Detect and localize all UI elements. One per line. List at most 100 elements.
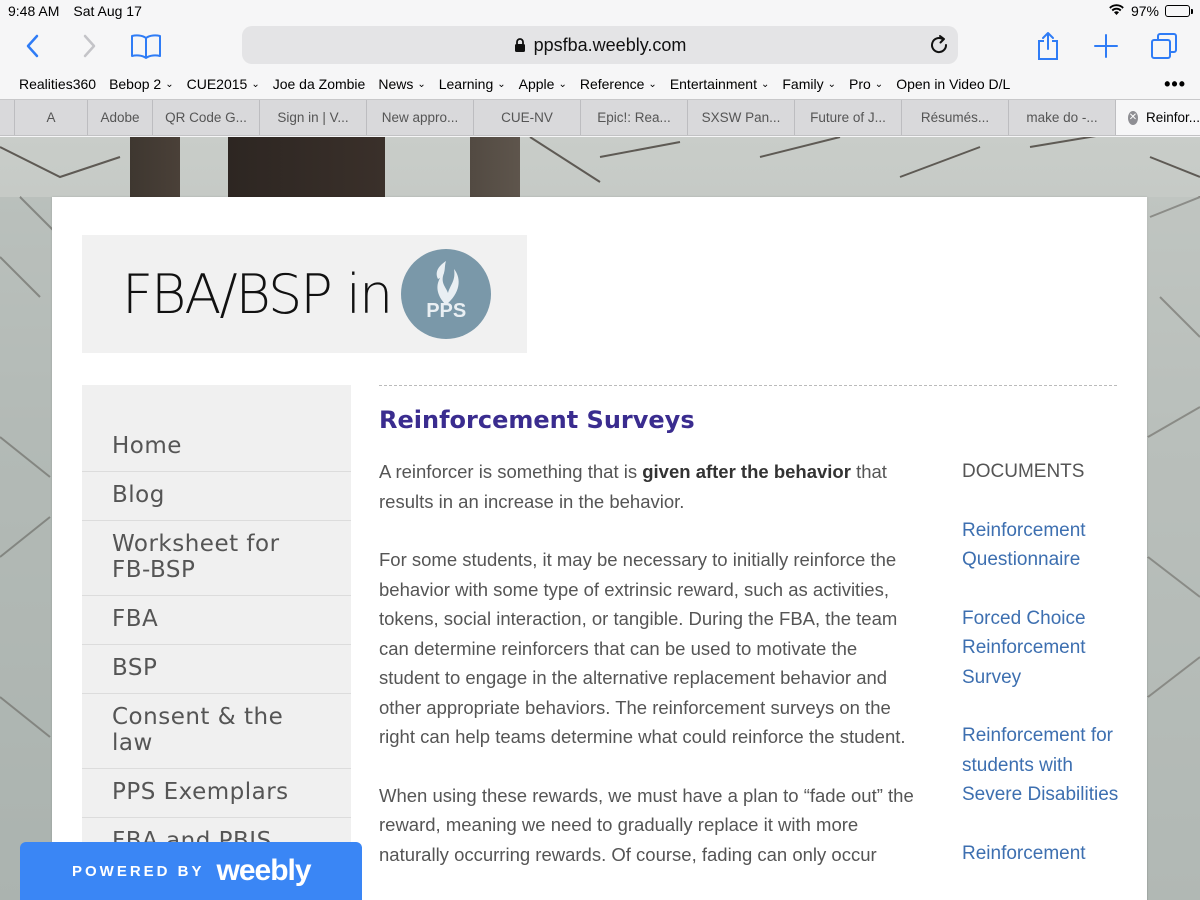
chevron-down-icon: ⌄ [827, 78, 836, 90]
bookmark-item[interactable]: Apple ⌄ [519, 76, 567, 92]
nav-item[interactable]: BSP [82, 645, 351, 694]
documents-heading: DOCUMENTS [962, 461, 1085, 482]
browser-tab[interactable]: QR Code G... [152, 100, 259, 135]
chevron-down-icon: ⌄ [874, 78, 884, 90]
browser-tab[interactable]: Résumés... [901, 100, 1008, 135]
bookmark-label: News [378, 76, 414, 92]
new-tab-icon[interactable] [1088, 28, 1124, 64]
back-icon[interactable] [14, 28, 50, 64]
bookmark-item[interactable]: Learning ⌄ [439, 76, 506, 92]
browser-tab[interactable]: make do -... [1008, 100, 1115, 135]
web-page: FBA/BSP in PPS Home Blog Worksheet for FB-… [0, 137, 1200, 900]
paragraph-1-bold: given after the behavior [642, 461, 851, 482]
bookmark-label: Open in Video D/L [896, 76, 1011, 92]
more-bookmarks-icon[interactable]: ••• [1164, 74, 1186, 95]
weebly-logo: weebly [216, 854, 312, 887]
logo-badge-text: PPS [426, 300, 467, 322]
bookmark-label: Bebop 2 [109, 76, 162, 92]
chevron-down-icon: ⌄ [165, 78, 174, 90]
bookmark-label: Entertainment [669, 76, 757, 92]
title-divider [379, 385, 1117, 386]
battery-percent: 97% [1130, 3, 1159, 19]
powered-by-label: POWERED BY [72, 862, 205, 880]
bookmark-item[interactable]: Realities360 [19, 76, 96, 92]
nav-item[interactable]: Consent & the law [82, 694, 351, 769]
nav-item[interactable]: Worksheet for FB-BSP [82, 521, 351, 596]
document-link[interactable]: Reinforcement [962, 839, 1122, 869]
nav-item[interactable]: FBA [82, 596, 351, 645]
logo-text: FBA/BSP in [122, 262, 393, 326]
status-date: Sat Aug 17 [73, 3, 142, 19]
battery-icon [1165, 5, 1193, 17]
page-title: Reinforcement Surveys [379, 406, 695, 434]
bookmark-label: Pro [849, 76, 871, 92]
content-card: FBA/BSP in PPS Home Blog Worksheet for FB-… [52, 197, 1147, 900]
url-text: ppsfba.weebly.com [533, 34, 687, 55]
paragraph-2: For some students, it may be necessary t… [379, 549, 906, 747]
status-time: 9:48 AM [8, 3, 60, 19]
main-content: Reinforcement Surveys A reinforcer is so… [379, 385, 1118, 865]
bookmark-label: CUE2015 [186, 76, 248, 92]
browser-tab[interactable]: SXSW Pan... [687, 100, 794, 135]
documents-column: DOCUMENTS Reinforcement Questionnaire For… [962, 457, 1122, 897]
browser-tab[interactable]: Sign in | V... [259, 100, 366, 135]
chevron-down-icon: ⌄ [760, 78, 770, 90]
document-link[interactable]: Reinforcement for students with Severe D… [962, 721, 1122, 810]
pps-torch-logo-icon: PPS [401, 249, 492, 339]
bookmark-label: Family [782, 76, 824, 92]
close-tab-icon[interactable]: ✕ [1128, 110, 1138, 125]
powered-by-weebly-banner[interactable]: POWERED BY weebly [20, 842, 362, 900]
browser-tab[interactable]: Adobe [87, 100, 152, 135]
nav-item[interactable]: Blog [82, 472, 351, 521]
bookmark-item[interactable]: Family ⌄ [782, 76, 836, 92]
tab-bar: A Adobe QR Code G... Sign in | V... New appr… [0, 99, 1200, 136]
bookmark-label: Apple [518, 76, 555, 92]
wifi-icon [1108, 3, 1125, 19]
chevron-down-icon: ⌄ [558, 78, 567, 90]
bookmarks-book-icon[interactable] [128, 28, 164, 64]
site-logo[interactable]: FBA/BSP in PPS [82, 235, 527, 353]
bookmark-item[interactable]: Bebop 2 ⌄ [109, 76, 174, 92]
browser-tab[interactable]: Future of J... [794, 100, 901, 135]
bookmark-label: Learning [438, 76, 494, 92]
site-navigation: Home Blog Worksheet for FB-BSP FBA BSP Consen… [82, 385, 351, 866]
chevron-down-icon: ⌄ [497, 78, 506, 90]
bookmark-item[interactable]: Reference ⌄ [580, 76, 657, 92]
nav-item[interactable]: Home [82, 423, 351, 472]
bookmark-label: Reference [579, 76, 645, 92]
status-bar: 9:48 AM Sat Aug 17 97% [0, 0, 1200, 22]
bookmark-item[interactable]: News ⌄ [378, 76, 425, 92]
paragraph-1-start: A reinforcer is something that is [379, 461, 643, 482]
browser-tab-active[interactable]: ✕ Reinfor... [1115, 100, 1200, 135]
browser-tab[interactable]: CUE-NV [473, 100, 580, 135]
bookmark-item[interactable]: Joe da Zombie [273, 76, 366, 92]
forward-icon[interactable] [72, 28, 108, 64]
paragraph-1: A reinforcer is something that is given … [379, 457, 919, 516]
body-text-column: A reinforcer is something that is given … [379, 457, 919, 898]
nav-item[interactable]: PPS Exemplars [82, 769, 351, 818]
bookmark-item[interactable]: Entertainment ⌄ [670, 76, 770, 92]
bookmark-label: Realities360 [19, 76, 97, 92]
bookmark-item[interactable]: Open in Video D/L [896, 76, 1010, 92]
document-link[interactable]: Forced Choice Reinforcement Survey [962, 604, 1122, 693]
browser-tab[interactable]: A [14, 100, 87, 135]
chevron-down-icon: ⌄ [648, 78, 657, 90]
bookmark-item[interactable]: Pro ⌄ [849, 76, 883, 92]
paragraph-3: When using these rewards, we must have a… [379, 784, 914, 865]
address-bar[interactable]: ppsfba.weebly.com [242, 26, 958, 64]
status-right: 97% [1108, 3, 1193, 19]
tabs-overview-icon[interactable] [1146, 28, 1182, 64]
browser-tab[interactable]: New appro... [366, 100, 473, 135]
share-icon[interactable] [1030, 28, 1066, 64]
bookmarks-bar: Realities360 Bebop 2 ⌄ CUE2015 ⌄ Joe da Zombi… [0, 70, 1200, 98]
lock-icon [514, 37, 526, 53]
browser-tab[interactable]: Epic!: Rea... [580, 100, 687, 135]
tab-bar-leading-space [0, 100, 14, 135]
bookmark-label: Joe da Zombie [272, 76, 366, 92]
document-link[interactable]: Reinforcement Questionnaire [962, 516, 1122, 575]
reload-icon[interactable] [928, 34, 950, 56]
bookmark-item[interactable]: CUE2015 ⌄ [187, 76, 260, 92]
active-tab-label: Reinfor... [1145, 110, 1200, 125]
browser-toolbar: ppsfba.weebly.com [0, 22, 1200, 70]
chevron-down-icon: ⌄ [251, 78, 260, 90]
